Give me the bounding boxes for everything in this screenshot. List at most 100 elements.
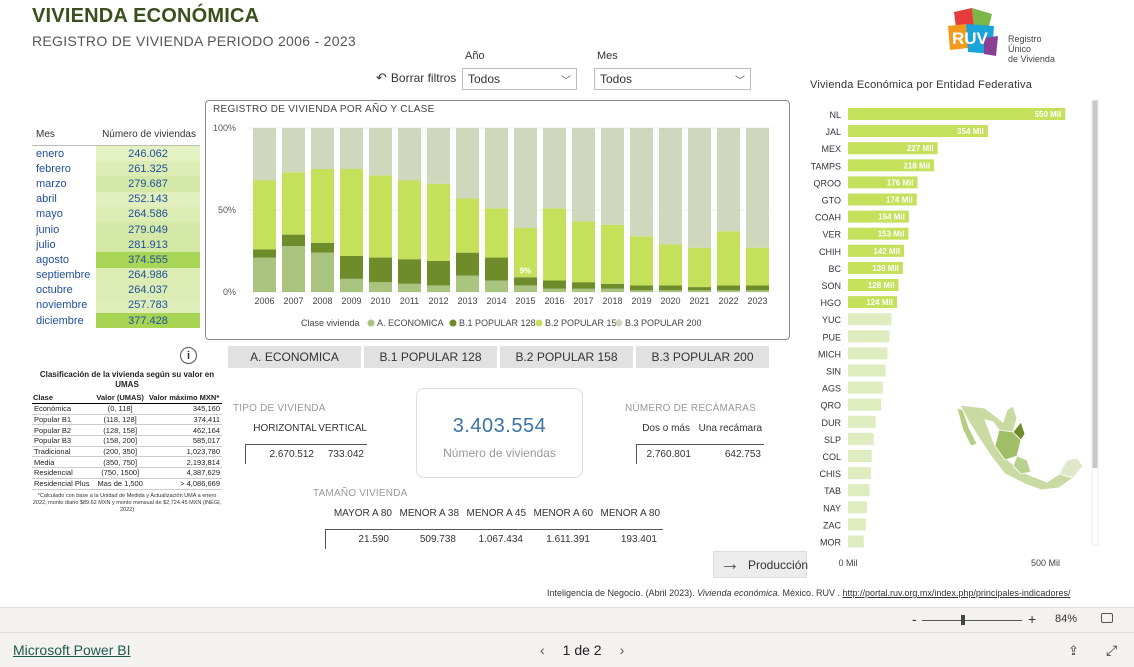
zoom-slider-track[interactable] — [922, 620, 1022, 621]
bar-segment[interactable] — [427, 128, 450, 184]
bar-segment[interactable] — [398, 180, 421, 260]
bar-segment[interactable] — [688, 128, 711, 248]
bar-segment[interactable] — [630, 285, 653, 291]
class-button[interactable]: B.2 POPULAR 158 — [500, 346, 633, 368]
bar-segment[interactable] — [630, 290, 653, 292]
bar-segment[interactable] — [340, 278, 363, 292]
bar-segment[interactable] — [688, 247, 711, 288]
month-row[interactable]: mayo 264.586 — [32, 206, 200, 222]
state-bar[interactable] — [848, 535, 864, 548]
month-row[interactable]: noviembre 257.783 — [32, 297, 200, 314]
bar-segment[interactable] — [688, 290, 711, 292]
bar-segment[interactable] — [485, 257, 508, 281]
bar-segment[interactable] — [485, 208, 508, 258]
legend-label[interactable]: A. ECONOMICA — [377, 318, 444, 328]
legend-label[interactable]: B.2 POPULAR 158 — [545, 318, 622, 328]
bar-segment[interactable] — [717, 128, 740, 232]
class-button[interactable]: A. ECONOMICA — [228, 346, 361, 368]
state-bar[interactable] — [848, 347, 888, 360]
scrollbar-thumb[interactable] — [1092, 100, 1098, 468]
month-row[interactable]: octubre 264.037 — [32, 282, 200, 298]
bar-segment[interactable] — [543, 288, 566, 292]
bar-segment[interactable] — [253, 257, 276, 292]
bar-segment[interactable] — [746, 247, 769, 286]
bar-segment[interactable] — [601, 224, 624, 284]
bar-segment[interactable] — [311, 128, 334, 169]
bar-segment[interactable] — [456, 198, 479, 253]
bar-segment[interactable] — [572, 221, 595, 283]
bar-segment[interactable] — [630, 128, 653, 237]
bar-segment[interactable] — [601, 288, 624, 292]
month-row[interactable]: abril 252.143 — [32, 191, 200, 207]
bar-segment[interactable] — [485, 128, 508, 209]
info-icon[interactable]: i — [180, 347, 197, 364]
legend-marker[interactable] — [535, 319, 543, 327]
bar-segment[interactable] — [630, 236, 653, 286]
bar-segment[interactable] — [543, 128, 566, 209]
bar-segment[interactable] — [282, 172, 305, 235]
reset-filters-button[interactable]: ↶ Borrar filtros — [376, 70, 456, 86]
bar-segment[interactable] — [514, 277, 537, 286]
bar-segment[interactable] — [572, 128, 595, 222]
bar-segment[interactable] — [427, 183, 450, 261]
bar-segment[interactable] — [601, 128, 624, 225]
state-bar[interactable] — [848, 467, 871, 480]
legend-label[interactable]: B.3 POPULAR 200 — [625, 318, 702, 328]
month-dropdown[interactable]: Todos ﹀ — [594, 68, 751, 90]
legend-marker[interactable] — [615, 319, 623, 327]
class-button[interactable]: B.1 POPULAR 128 — [364, 346, 497, 368]
bar-segment[interactable] — [746, 128, 769, 248]
bar-segment[interactable] — [311, 252, 334, 292]
bar-segment[interactable] — [427, 260, 450, 286]
bar-segment[interactable] — [398, 283, 421, 292]
month-row[interactable]: junio 279.049 — [32, 221, 200, 238]
state-bar[interactable] — [848, 313, 892, 326]
bar-segment[interactable] — [514, 128, 537, 229]
bar-segment[interactable] — [282, 128, 305, 173]
citation-link[interactable]: http://portal.ruv.org.mx/index.php/princ… — [843, 588, 1071, 598]
bar-segment[interactable] — [543, 280, 566, 289]
bar-segment[interactable] — [746, 285, 769, 291]
bar-segment[interactable] — [514, 285, 537, 292]
bar-segment[interactable] — [659, 244, 682, 286]
state-bar[interactable] — [848, 518, 866, 531]
state-bar[interactable] — [848, 398, 882, 411]
mexico-map[interactable] — [955, 400, 1090, 495]
bar-segment[interactable] — [543, 208, 566, 281]
bar-segment[interactable] — [398, 259, 421, 284]
bar-segment[interactable] — [369, 282, 392, 292]
share-icon[interactable]: ⇪ — [1068, 643, 1079, 659]
bar-segment[interactable] — [601, 283, 624, 289]
bar-segment[interactable] — [717, 231, 740, 286]
bar-segment[interactable] — [456, 275, 479, 292]
month-row[interactable]: agosto 374.555 — [32, 252, 200, 268]
month-row[interactable]: diciembre 377.428 — [32, 313, 200, 329]
bar-segment[interactable] — [688, 287, 711, 291]
zoom-slider-handle[interactable] — [961, 615, 965, 625]
prev-page-icon[interactable]: ‹ — [540, 642, 545, 658]
production-button[interactable]: → Producción — [713, 551, 808, 578]
year-dropdown[interactable]: Todos ﹀ — [462, 68, 577, 90]
month-row[interactable]: marzo 279.687 — [32, 176, 200, 192]
state-bar[interactable] — [848, 432, 874, 445]
col-count[interactable]: Número de viviendas — [98, 129, 200, 140]
legend-label[interactable]: B.1 POPULAR 128 — [459, 318, 536, 328]
bar-segment[interactable] — [717, 290, 740, 292]
bar-segment[interactable] — [253, 180, 276, 250]
bar-segment[interactable] — [253, 249, 276, 258]
bar-segment[interactable] — [485, 280, 508, 292]
class-button[interactable]: B.3 POPULAR 200 — [636, 346, 769, 368]
bar-segment[interactable] — [311, 169, 334, 243]
state-bar[interactable] — [848, 330, 890, 343]
month-row[interactable]: julio 281.913 — [32, 237, 200, 253]
powerbi-link[interactable]: Microsoft Power BI — [13, 642, 130, 658]
bar-segment[interactable] — [369, 257, 392, 283]
year-class-chart[interactable]: 100% 50% 0% 2006 2007 2008 2009 2010 2011 2012 201… — [205, 100, 790, 340]
zoom-out-button[interactable]: - — [912, 611, 917, 627]
bar-segment[interactable] — [659, 290, 682, 292]
state-bar[interactable] — [848, 501, 867, 514]
bar-segment[interactable] — [369, 175, 392, 258]
bar-segment[interactable] — [572, 282, 595, 289]
bar-segment[interactable] — [456, 128, 479, 199]
bar-segment[interactable] — [572, 288, 595, 292]
